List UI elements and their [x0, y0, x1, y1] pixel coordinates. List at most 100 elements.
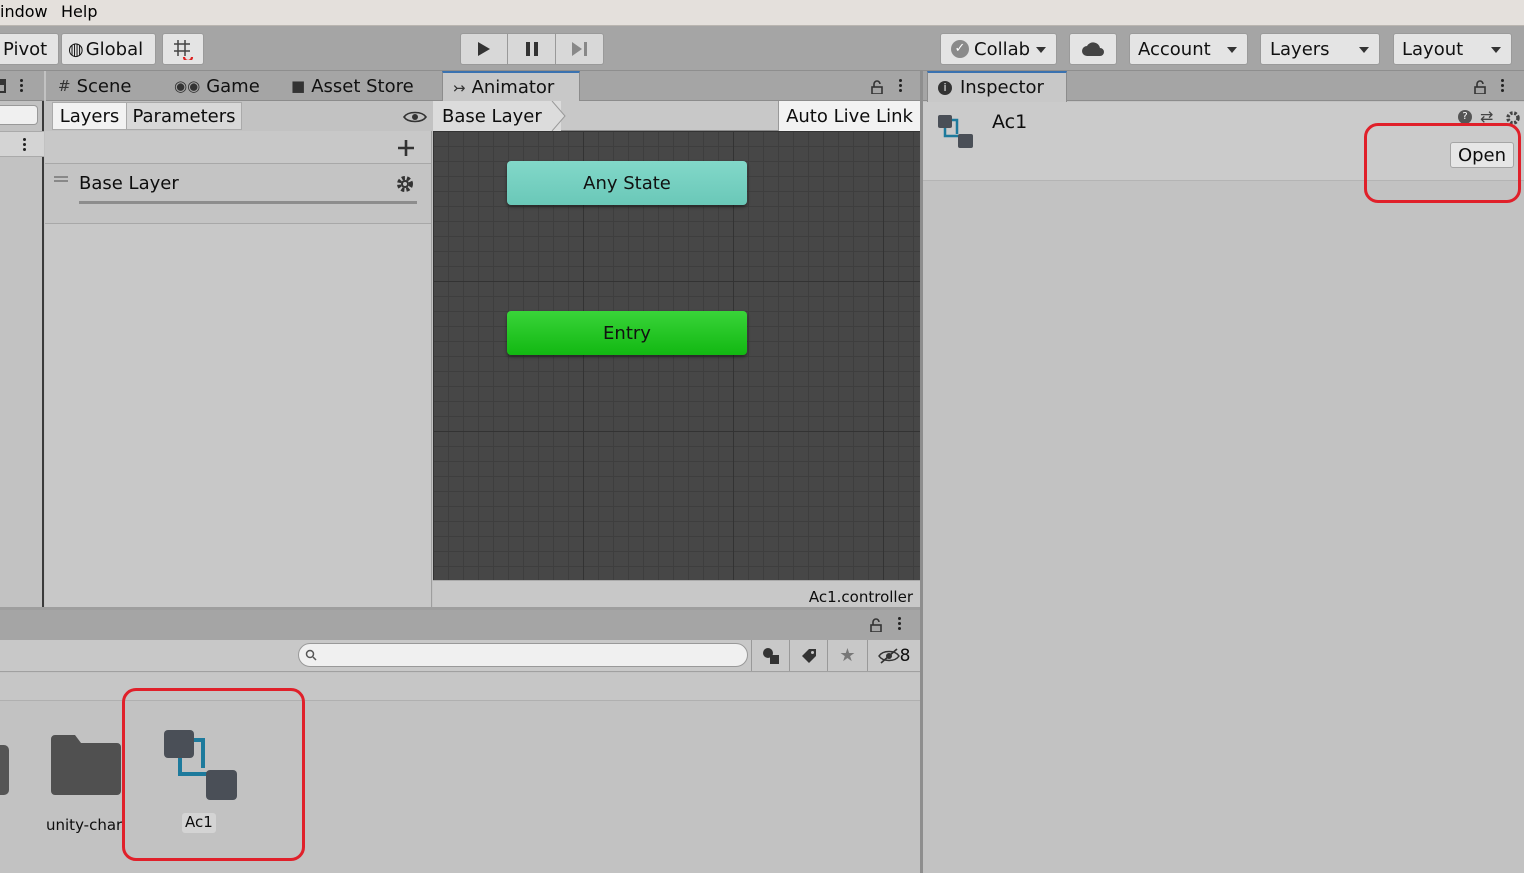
hierarchy-search-input[interactable] [0, 105, 38, 125]
tab-game[interactable]: ◉◉ Game [174, 71, 260, 101]
hidden-packages-toggle[interactable]: 8 [867, 640, 920, 671]
add-layer-icon[interactable] [396, 138, 416, 158]
check-circle-icon: ✓ [951, 40, 969, 58]
search-icon [305, 649, 317, 661]
kebab-menu-icon[interactable] [1501, 77, 1505, 94]
layout-dropdown[interactable]: Layout [1393, 33, 1512, 65]
eye-icon[interactable] [403, 110, 427, 124]
animator-icon: ↣ [453, 78, 466, 97]
animator-footer: Ac1.controller [433, 580, 920, 608]
state-any-state-label: Any State [583, 172, 671, 194]
auto-live-link-button[interactable]: Auto Live Link [778, 101, 920, 131]
state-entry-label: Entry [603, 322, 651, 344]
filter-by-type-button[interactable] [751, 640, 789, 671]
grid-snap-icon [174, 40, 194, 60]
layer-weight-bar [79, 201, 417, 204]
highlight-annotation-open [1364, 123, 1521, 203]
hierarchy-row[interactable] [0, 131, 44, 157]
lock-icon[interactable] [0, 79, 6, 93]
menu-help[interactable]: Help [61, 2, 97, 21]
favorites-button[interactable]: ★ [827, 640, 867, 671]
inspector-tabstrip: i Inspector [923, 71, 1524, 102]
shopping-bag-icon: ■ [291, 77, 306, 95]
account-dropdown[interactable]: Account [1129, 33, 1248, 65]
breadcrumb-arrow-icon [551, 101, 566, 131]
hierarchy-tabstrip [0, 71, 44, 101]
pause-button[interactable] [508, 33, 556, 65]
global-button[interactable]: ◍ Global [61, 33, 156, 65]
cloud-button[interactable] [1069, 33, 1117, 65]
animator-graph[interactable]: Any State Entry [433, 131, 920, 580]
star-icon: ★ [839, 645, 856, 666]
layers-dropdown[interactable]: Layers [1260, 33, 1380, 65]
folder-icon [51, 735, 121, 795]
grid-snap-button[interactable] [162, 33, 204, 65]
breadcrumb[interactable]: Base Layer [433, 101, 561, 131]
kebab-menu-icon[interactable] [23, 136, 27, 153]
animator-controller-icon [938, 115, 973, 148]
kebab-menu-icon[interactable] [898, 615, 902, 632]
center-tabstrip: # Scene ◉◉ Game ■ Asset Store ↣ Animator [46, 71, 920, 102]
menu-window[interactable]: indow [0, 2, 48, 21]
tab-inspector[interactable]: i Inspector [927, 71, 1067, 102]
project-search-input[interactable] [298, 643, 748, 667]
hash-icon: # [58, 77, 71, 95]
layout-label: Layout [1402, 38, 1464, 60]
shapes-icon [762, 647, 779, 664]
tab-parameters-label: Parameters [132, 105, 236, 127]
step-button[interactable] [556, 33, 604, 65]
tab-layers-label: Layers [59, 105, 120, 127]
menu-bar: indow Help [0, 0, 1524, 26]
breadcrumb-label: Base Layer [442, 105, 542, 127]
kebab-menu-icon[interactable] [20, 77, 24, 94]
animator-left-tabbar: Layers Parameters [45, 101, 432, 131]
globe-icon: ◍ [68, 38, 84, 60]
asset-item-label: unity-char [46, 816, 123, 834]
collab-dropdown[interactable]: ✓ Collab [940, 33, 1057, 65]
tab-parameters[interactable]: Parameters [127, 102, 242, 130]
tag-icon [801, 648, 816, 663]
play-button[interactable] [460, 33, 508, 65]
asset-name: Ac1 [992, 111, 1028, 133]
kebab-menu-icon[interactable] [899, 77, 903, 94]
lock-icon[interactable] [870, 617, 882, 633]
lock-icon[interactable] [871, 79, 883, 95]
asset-item-folder[interactable]: unity-char [46, 733, 126, 834]
help-icon[interactable]: ? [1458, 110, 1472, 124]
tab-layers[interactable]: Layers [52, 102, 127, 130]
project-tabstrip [0, 610, 920, 640]
state-any-state[interactable]: Any State [507, 161, 747, 205]
folder-icon[interactable] [0, 745, 9, 795]
hidden-count: 8 [899, 645, 911, 666]
controller-filename: Ac1.controller [808, 588, 913, 606]
tab-asset-store-label: Asset Store [311, 75, 414, 97]
layer-name: Base Layer [79, 173, 179, 194]
layer-row[interactable]: Base Layer [45, 163, 431, 224]
cloud-icon [1082, 42, 1104, 56]
pivot-button[interactable]: Pivot [0, 33, 59, 65]
gear-icon[interactable] [395, 174, 415, 194]
drag-handle-icon[interactable] [54, 176, 68, 182]
tab-inspector-label: Inspector [960, 77, 1044, 98]
highlight-annotation-asset [122, 688, 305, 861]
tab-scene[interactable]: # Scene [58, 71, 131, 101]
tab-animator[interactable]: ↣ Animator [442, 71, 580, 102]
pivot-label: Pivot [3, 38, 48, 60]
tab-game-label: Game [206, 75, 260, 97]
collab-label: Collab [974, 38, 1031, 60]
play-icon [478, 42, 490, 56]
pause-icon [525, 42, 538, 56]
hierarchy-panel [0, 71, 44, 609]
animator-breadcrumb-bar: Base Layer Auto Live Link [433, 101, 920, 131]
account-label: Account [1138, 38, 1211, 60]
lock-icon[interactable] [1474, 79, 1486, 95]
tab-scene-label: Scene [76, 75, 132, 97]
info-icon: i [938, 80, 952, 95]
state-entry[interactable]: Entry [507, 311, 747, 355]
filter-by-label-button[interactable] [789, 640, 827, 671]
step-icon [571, 42, 587, 56]
tab-asset-store[interactable]: ■ Asset Store [291, 71, 414, 101]
tab-animator-label: Animator [471, 77, 555, 98]
play-controls [460, 33, 604, 65]
global-label: Global [85, 38, 144, 60]
